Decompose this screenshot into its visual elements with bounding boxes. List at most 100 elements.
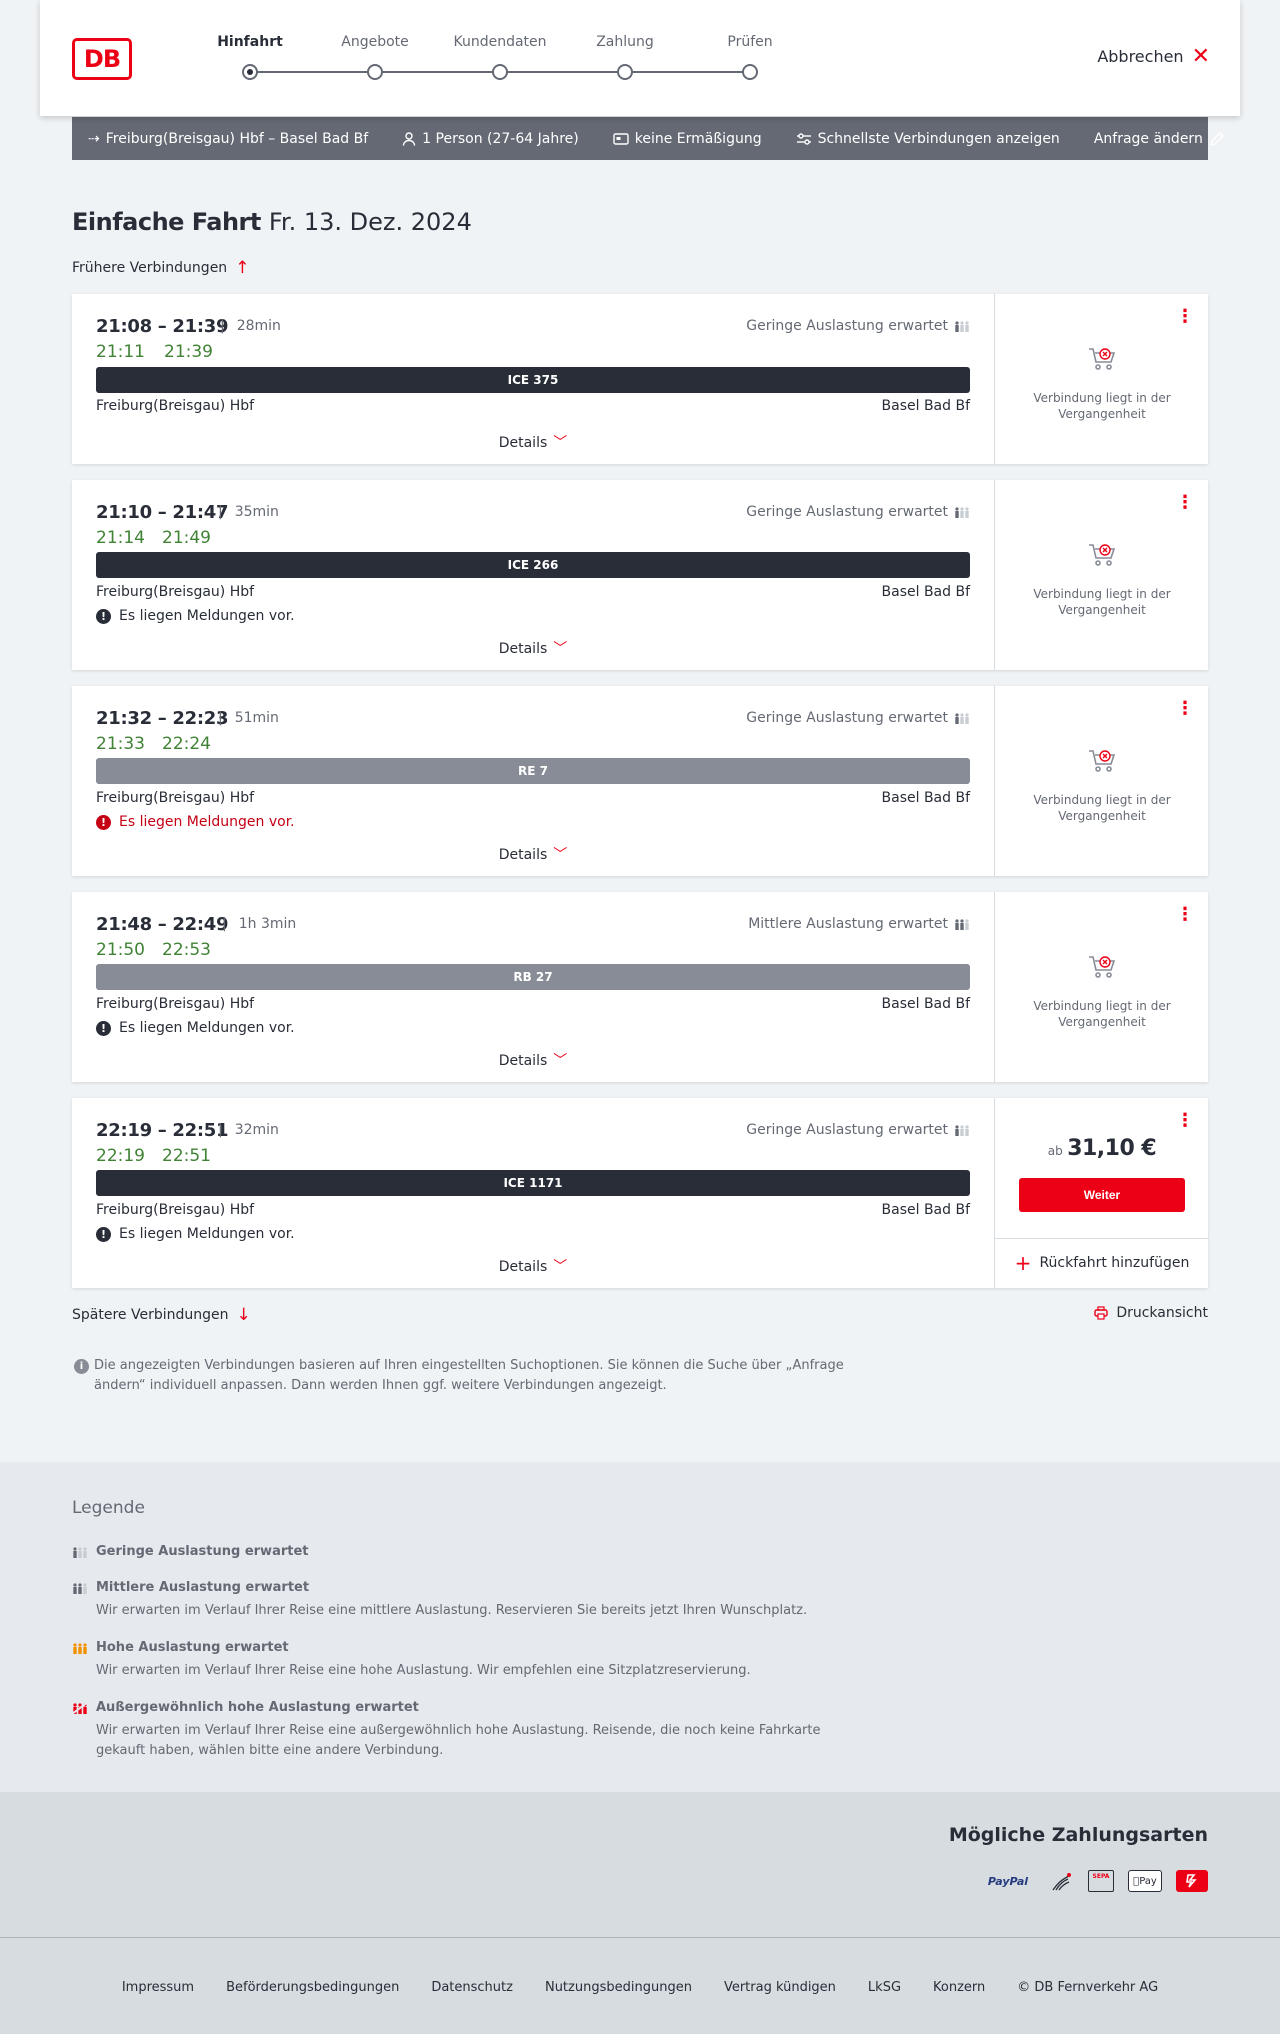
more-options-icon[interactable]: ⋮	[1176, 308, 1194, 326]
summary-passengers: 1 Person (27-64 Jahre)	[402, 131, 579, 147]
connection-offer: ⋮ Verbindung liegt in der Vergangenheit	[994, 480, 1208, 670]
train-bar[interactable]: ICE 1171	[96, 1170, 970, 1196]
realtime-arrival: 21:49	[162, 528, 211, 548]
edit-request-button[interactable]: Anfrage ändern	[1094, 131, 1225, 147]
connection-duration: 51min	[218, 710, 279, 726]
occupancy-medium-icon	[73, 1583, 87, 1594]
notice-message: ! Es liegen Meldungen vor.	[96, 1226, 295, 1242]
occupancy-info: Geringe Auslastung erwartet	[746, 710, 970, 726]
edit-request-label: Anfrage ändern	[1093, 130, 1203, 147]
earlier-connections-label: Frühere Verbindungen	[72, 260, 228, 276]
step-dot-angebote	[367, 64, 383, 80]
occupancy-low-icon	[955, 1125, 969, 1136]
connection-card[interactable]: 21:48 – 22:49 1h 3min 21:50 22:53 Mittle…	[72, 892, 1208, 1082]
search-summary-bar: ⇢ Freiburg(Breisgau) Hbf – Basel Bad Bf …	[72, 117, 1224, 160]
header: DB Hinfahrt Angebote Kundendaten Zahlung…	[40, 0, 1240, 116]
payment-methods-title: Mögliche Zahlungsarten	[948, 1824, 1208, 1846]
summary-passengers-text: 1 Person (27-64 Jahre)	[422, 130, 579, 147]
train-bar[interactable]: RE 7	[96, 758, 970, 784]
footer-link-nutzungsbedingungen[interactable]: Nutzungsbedingungen	[545, 1980, 692, 1995]
details-toggle[interactable]: Details ﹀	[72, 432, 994, 452]
sepa-icon: SEPA	[1088, 1870, 1114, 1892]
more-options-icon[interactable]: ⋮	[1176, 906, 1194, 924]
chevron-down-icon: ﹀	[553, 1259, 568, 1275]
notice-text: Es liegen Meldungen vor.	[119, 814, 295, 830]
connection-card[interactable]: 22:19 – 22:51 32min 22:19 22:51 Geringe …	[72, 1098, 1209, 1288]
connection-duration: 28min	[220, 318, 281, 334]
connection-card[interactable]: 21:10 – 21:47 35min 21:14 21:49 Geringe …	[72, 480, 1208, 670]
giropay-icon	[1052, 1873, 1071, 1891]
departure-station: Freiburg(Breisgau) Hbf	[96, 790, 255, 806]
arrival-station: Basel Bad Bf	[881, 584, 970, 600]
earlier-connections-link[interactable]: Frühere Verbindungen ↑	[72, 258, 249, 278]
cart-unavailable-icon	[1089, 544, 1116, 566]
cancel-label: Abbrechen	[1097, 47, 1184, 66]
cancel-button[interactable]: Abbrechen ✕	[1097, 45, 1210, 67]
occupancy-label: Geringe Auslastung erwartet	[746, 318, 948, 334]
connection-card[interactable]: 21:32 – 22:23 51min 21:33 22:24 Geringe …	[72, 686, 1208, 876]
alert-icon: !	[96, 1226, 111, 1242]
details-label: Details	[498, 641, 548, 657]
bahncard-icon	[613, 132, 629, 145]
occupancy-high-icon	[73, 1643, 87, 1654]
train-bar[interactable]: ICE 266	[96, 552, 970, 578]
legend-item-title: Mittlere Auslastung erwartet	[96, 1580, 310, 1595]
details-toggle[interactable]: Details ﹀	[72, 638, 994, 658]
summary-discount: keine Ermäßigung	[613, 131, 762, 147]
details-toggle[interactable]: Details ﹀	[72, 1050, 994, 1070]
footer-link-vertrag-kuendigen[interactable]: Vertrag kündigen	[724, 1980, 836, 1995]
connection-main: 22:19 – 22:51 32min 22:19 22:51 Geringe …	[72, 1098, 994, 1288]
connection-main: 21:48 – 22:49 1h 3min 21:50 22:53 Mittle…	[72, 892, 994, 1082]
later-connections-link[interactable]: Spätere Verbindungen ↓	[72, 1305, 251, 1325]
step-label-pruefen: Prüfen	[727, 34, 773, 50]
price: ab 31,10 €	[995, 1136, 1209, 1161]
footer-link-konzern[interactable]: Konzern	[933, 1980, 985, 1995]
print-view-link[interactable]: Druckansicht	[1094, 1305, 1208, 1321]
footer-link-lksg[interactable]: LkSG	[868, 1980, 901, 1995]
info-icon: i	[74, 1359, 89, 1374]
details-label: Details	[498, 1259, 548, 1275]
more-options-icon[interactable]: ⋮	[1176, 700, 1194, 718]
step-label-angebote: Angebote	[341, 34, 409, 50]
realtime-departure: 22:19	[96, 1146, 145, 1166]
db-card-icon	[1176, 1870, 1208, 1892]
connection-times: 21:10 – 21:47	[96, 502, 229, 523]
realtime-departure: 21:33	[96, 734, 145, 754]
train-bar[interactable]: RB 27	[96, 964, 970, 990]
realtime-departure: 21:14	[96, 528, 145, 548]
footer-link-befoerderungsbedingungen[interactable]: Beförderungsbedingungen	[226, 1980, 399, 1995]
summary-filter-text: Schnellste Verbindungen anzeigen	[817, 130, 1060, 147]
legend-title: Legende	[72, 1498, 145, 1518]
alert-icon: !	[96, 1020, 111, 1036]
occupancy-low-icon	[955, 321, 969, 332]
connection-card[interactable]: 21:08 – 21:39 28min 21:11 21:39 Geringe …	[72, 294, 1208, 464]
occupancy-exceptional-icon	[72, 1702, 88, 1714]
connection-times: 21:32 – 22:23	[96, 708, 229, 729]
continue-button[interactable]: Weiter	[1019, 1178, 1185, 1212]
occupancy-low-icon	[73, 1547, 87, 1558]
footer-link-impressum[interactable]: Impressum	[122, 1980, 194, 1995]
db-logo[interactable]: DB	[72, 38, 132, 80]
train-bar[interactable]: ICE 375	[96, 367, 970, 393]
arrival-station: Basel Bad Bf	[881, 1202, 970, 1218]
legend-item-title: Hohe Auslastung erwartet	[96, 1640, 289, 1655]
route-arrow-icon: ⇢	[88, 130, 100, 147]
footer-links: Impressum Beförderungsbedingungen Datens…	[0, 1980, 1280, 1995]
legend-item-description: Wir erwarten im Verlauf Ihrer Reise eine…	[96, 1603, 808, 1618]
arrow-up-icon: ↑	[235, 258, 250, 278]
payment-methods-section: Mögliche Zahlungsarten PayPal SEPA Pay	[0, 1792, 1280, 1937]
past-connection-text: Verbindung liegt in der Vergangenheit	[1033, 793, 1171, 823]
price-prefix: ab	[1047, 1144, 1063, 1158]
footer-link-datenschutz[interactable]: Datenschutz	[431, 1980, 513, 1995]
notice-text: Es liegen Meldungen vor.	[119, 608, 295, 624]
legend-item-description: Wir erwarten im Verlauf Ihrer Reise eine…	[96, 1663, 751, 1678]
past-connection-text: Verbindung liegt in der Vergangenheit	[1033, 999, 1171, 1029]
more-options-icon[interactable]: ⋮	[1176, 1112, 1194, 1130]
printer-icon	[1094, 1306, 1109, 1320]
add-return-trip-button[interactable]: + Rückfahrt hinzufügen	[995, 1238, 1209, 1287]
more-options-icon[interactable]: ⋮	[1176, 494, 1194, 512]
details-toggle[interactable]: Details ﹀	[72, 844, 994, 864]
details-toggle[interactable]: Details ﹀	[72, 1256, 994, 1276]
alert-icon: !	[96, 608, 111, 624]
legend-item-exceptional: Außergewöhnlich hohe Auslastung erwartet…	[72, 1700, 872, 1761]
